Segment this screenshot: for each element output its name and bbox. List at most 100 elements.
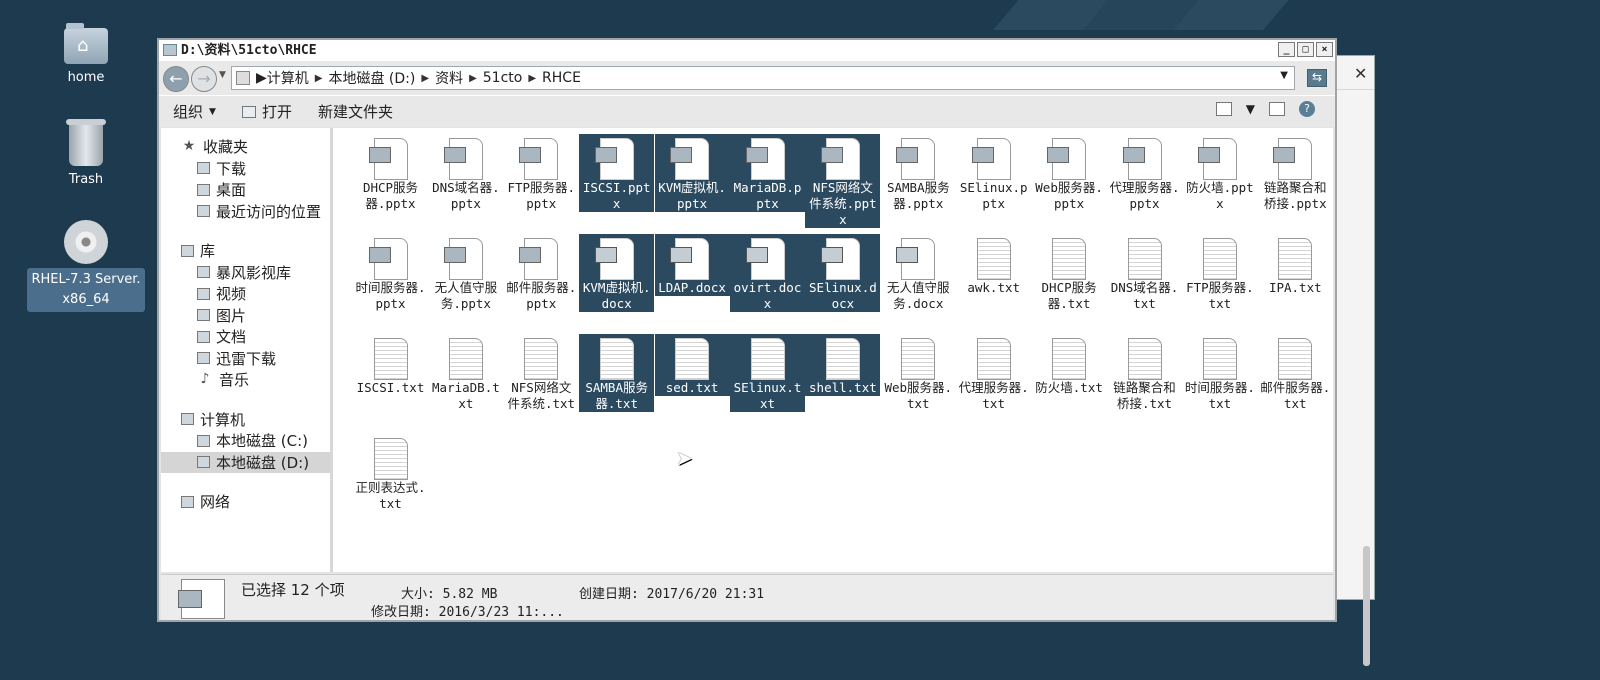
- file-item[interactable]: NFS网络文件系统.pptx: [805, 134, 881, 228]
- file-item[interactable]: KVM虚拟机.pptx: [654, 134, 730, 212]
- help-icon[interactable]: ?: [1299, 101, 1315, 117]
- file-item[interactable]: NFS网络文件系统.txt: [504, 334, 579, 412]
- file-item[interactable]: 防火墙.pptx: [1182, 134, 1257, 212]
- file-item[interactable]: DNS域名器.pptx: [428, 134, 503, 212]
- organize-button[interactable]: 组织 ▼: [173, 101, 216, 122]
- file-item[interactable]: sed.txt: [654, 334, 730, 396]
- file-item[interactable]: awk.txt: [956, 234, 1031, 296]
- nav-favorites[interactable]: ★ 收藏夹: [161, 136, 330, 158]
- file-item[interactable]: 时间服务器.txt: [1182, 334, 1257, 412]
- file-item[interactable]: ovirt.docx: [730, 234, 805, 312]
- file-item[interactable]: SElinux.pptx: [956, 134, 1031, 212]
- forward-button[interactable]: →: [191, 66, 217, 92]
- file-item[interactable]: shell.txt: [805, 334, 881, 396]
- nav-item-drive-d[interactable]: 本地磁盘 (D:): [161, 451, 330, 473]
- desktop-icon-trash[interactable]: Trash: [27, 119, 145, 190]
- file-item[interactable]: KVM虚拟机.docx: [579, 234, 655, 312]
- file-item[interactable]: 邮件服务器.txt: [1258, 334, 1333, 412]
- txt-file-icon: [373, 438, 408, 480]
- download-icon: [197, 162, 210, 175]
- new-folder-button[interactable]: 新建文件夹: [318, 101, 393, 122]
- nav-item-drive-c[interactable]: 本地磁盘 (C:): [161, 430, 330, 452]
- file-item[interactable]: DHCP服务器.pptx: [353, 134, 428, 212]
- file-item[interactable]: 代理服务器.txt: [956, 334, 1031, 412]
- file-item[interactable]: DNS域名器.txt: [1107, 234, 1182, 312]
- address-bar[interactable]: ▶ 计算机 ▶ 本地磁盘 (D:) ▶ 资料 ▶ 51cto ▶ RHCE ▼: [231, 66, 1295, 90]
- file-item[interactable]: SAMBA服务器.txt: [579, 334, 655, 412]
- navigation-pane: ★ 收藏夹 下载 桌面 最近访问的位置 库 暴风影视库 视频 图片 文档 迅雷下载…: [161, 128, 333, 572]
- close-icon[interactable]: ✕: [1354, 64, 1367, 83]
- nav-item-pictures[interactable]: 图片: [161, 305, 330, 327]
- file-item[interactable]: MariaDB.txt: [428, 334, 503, 412]
- txt-file-icon: [599, 338, 634, 380]
- file-item[interactable]: LDAP.docx: [654, 234, 730, 296]
- file-item[interactable]: 代理服务器.pptx: [1107, 134, 1182, 212]
- maximize-button[interactable]: □: [1297, 42, 1314, 57]
- pptx-file-icon: [896, 138, 936, 180]
- close-button[interactable]: ×: [1316, 42, 1333, 57]
- title-bar[interactable]: D:\资料\51cto\RHCE _ □ ×: [159, 40, 1335, 61]
- view-options-icon[interactable]: [1215, 102, 1232, 116]
- file-item[interactable]: SAMBA服务器.pptx: [881, 134, 956, 212]
- preview-pane-icon[interactable]: [1269, 102, 1285, 116]
- video-icon: [197, 287, 210, 300]
- nav-computer[interactable]: 计算机: [161, 409, 330, 431]
- desktop-icon-label: Trash: [68, 172, 104, 187]
- breadcrumb-rhce[interactable]: RHCE: [542, 70, 581, 86]
- address-dropdown-icon[interactable]: ▼: [1280, 70, 1288, 81]
- desktop-icon-dvd[interactable]: RHEL-7.3 Server. x86_64: [27, 220, 145, 312]
- file-item[interactable]: SElinux.txt: [730, 334, 805, 412]
- open-button[interactable]: 打开: [241, 101, 292, 122]
- file-item[interactable]: 无人值守服务.pptx: [428, 234, 503, 312]
- txt-file-icon: [524, 338, 559, 380]
- file-item[interactable]: Web服务器.pptx: [1032, 134, 1107, 212]
- file-list[interactable]: DHCP服务器.pptx DNS域名器.pptx FTP服务器.pptx ISCSI.…: [333, 128, 1333, 572]
- file-item[interactable]: FTP服务器.txt: [1182, 234, 1257, 312]
- file-item[interactable]: 无人值守服务.docx: [881, 234, 956, 312]
- breadcrumb-drive-d[interactable]: 本地磁盘 (D:) ▶: [328, 68, 435, 88]
- nav-libraries[interactable]: 库: [161, 240, 330, 262]
- file-item[interactable]: 防火墙.txt: [1032, 334, 1107, 396]
- file-item[interactable]: 链路聚合和桥接.txt: [1107, 334, 1182, 412]
- breadcrumb-ziliao[interactable]: 资料 ▶: [435, 68, 483, 88]
- nav-item-documents[interactable]: 文档: [161, 326, 330, 348]
- file-item[interactable]: DHCP服务器.txt: [1032, 234, 1107, 312]
- file-item[interactable]: 邮件服务器.pptx: [504, 234, 579, 312]
- file-item[interactable]: SElinux.docx: [805, 234, 881, 312]
- mouse-cursor-icon: ➤: [676, 446, 693, 470]
- desktop-icon-home[interactable]: ⌂ home: [27, 22, 145, 88]
- file-name: DHCP服务器.pptx: [362, 180, 419, 211]
- file-item[interactable]: 正则表达式.txt: [353, 434, 428, 512]
- nav-item-recent[interactable]: 最近访问的位置: [161, 201, 330, 223]
- nav-network[interactable]: 网络: [161, 491, 330, 513]
- minimize-button[interactable]: _: [1278, 42, 1295, 57]
- docx-file-icon: [820, 238, 860, 280]
- nav-item-music[interactable]: ♪ 音乐: [161, 369, 330, 391]
- file-item[interactable]: FTP服务器.pptx: [504, 134, 579, 212]
- file-item[interactable]: 链路聚合和桥接.pptx: [1258, 134, 1333, 212]
- nav-item-baofeng[interactable]: 暴风影视库: [161, 262, 330, 284]
- file-item[interactable]: ISCSI.txt: [353, 334, 428, 396]
- chevron-down-icon[interactable]: ▼: [1246, 102, 1255, 116]
- file-item[interactable]: IPA.txt: [1258, 234, 1333, 296]
- file-name: 正则表达式.txt: [355, 480, 426, 511]
- file-item[interactable]: 时间服务器.pptx: [353, 234, 428, 312]
- breadcrumb-computer[interactable]: 计算机 ▶: [267, 68, 329, 88]
- refresh-button[interactable]: ⇆: [1307, 69, 1327, 87]
- nav-item-downloads[interactable]: 下载: [161, 158, 330, 180]
- file-name: DHCP服务器.txt: [1041, 280, 1097, 311]
- back-button[interactable]: ←: [163, 66, 189, 92]
- file-item[interactable]: Web服务器.txt: [881, 334, 956, 412]
- file-item[interactable]: ISCSI.pptx: [579, 134, 655, 212]
- nav-item-xunlei[interactable]: 迅雷下载: [161, 348, 330, 370]
- nav-item-videos[interactable]: 视频: [161, 283, 330, 305]
- nav-item-desktop[interactable]: 桌面: [161, 179, 330, 201]
- txt-file-icon: [976, 238, 1011, 280]
- scrollbar[interactable]: [1363, 546, 1370, 666]
- file-name: 链路聚合和桥接.txt: [1113, 380, 1176, 411]
- txt-file-icon: [1278, 238, 1313, 280]
- chevron-right-icon[interactable]: ▶: [256, 70, 267, 86]
- file-item[interactable]: MariaDB.pptx: [730, 134, 805, 212]
- breadcrumb-51cto[interactable]: 51cto ▶: [483, 70, 542, 86]
- history-dropdown-icon[interactable]: ▼: [219, 70, 226, 80]
